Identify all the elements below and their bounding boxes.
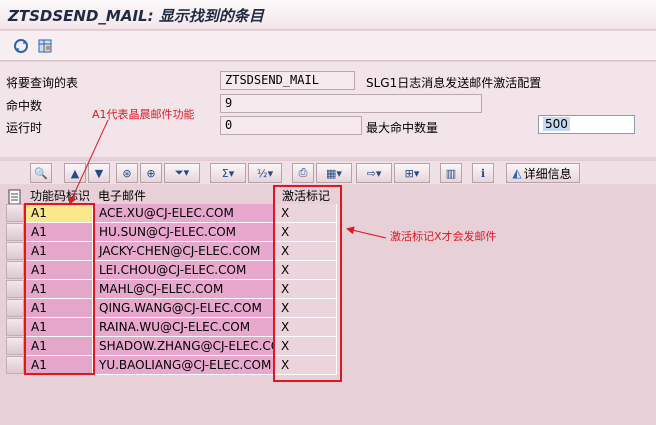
x-flag-arrow [346,226,387,239]
annotation-arrows [68,119,387,239]
a1-arrow [68,119,109,205]
